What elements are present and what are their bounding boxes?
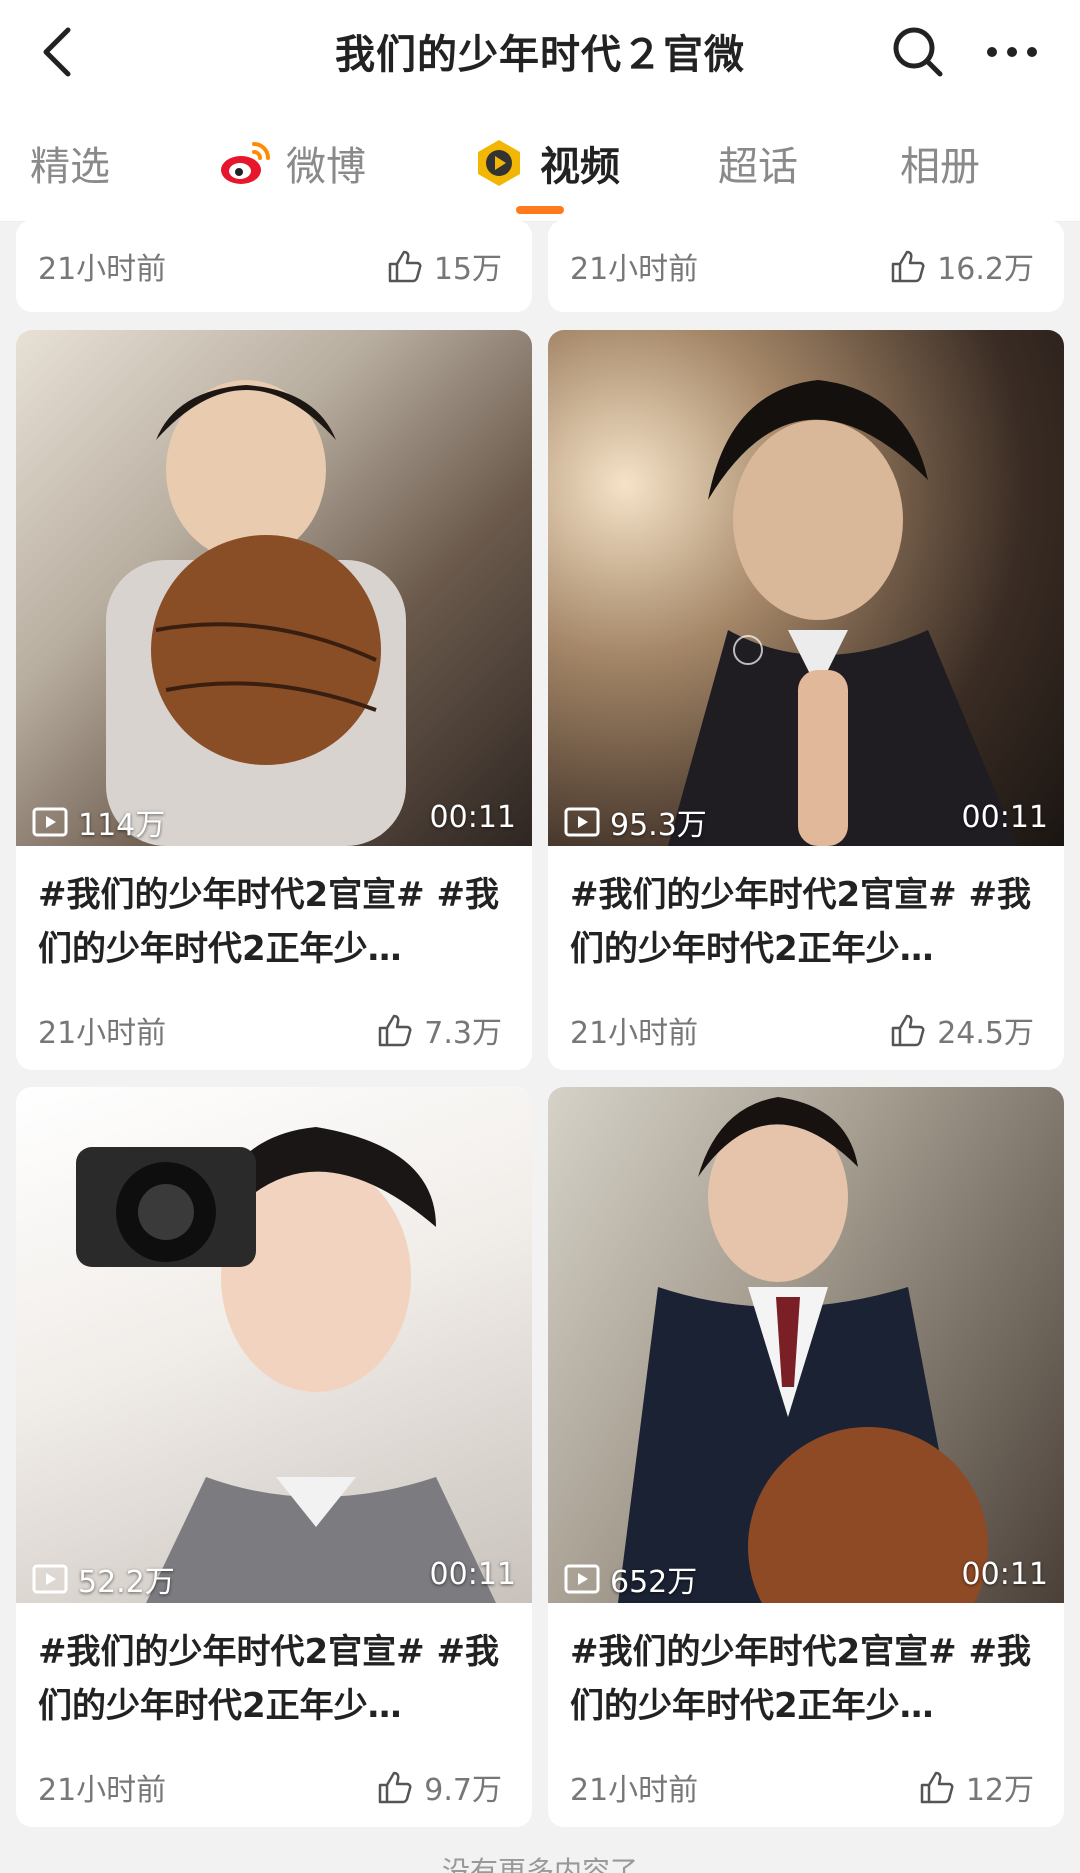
video-card-partial[interactable]: 21小时前 15万 (16, 220, 532, 312)
view-count-text: 114万 (78, 808, 166, 843)
view-count: 95.3万 (564, 800, 707, 844)
video-duration: 00:11 (429, 1557, 516, 1592)
video-duration: 00:11 (961, 1557, 1048, 1592)
like-button[interactable]: 9.7万 (376, 1765, 502, 1809)
play-icon (32, 807, 68, 837)
active-tab-indicator (516, 206, 564, 214)
video-card[interactable]: 114万 00:11 #我们的少年时代2官宣# #我们的少年时代2正年少… 21… (16, 330, 532, 1070)
video-thumbnail[interactable] (16, 330, 532, 846)
tab-label: 精选 (30, 144, 110, 190)
top-bar: 我们的少年时代２官微 (0, 0, 1080, 104)
page-title: 我们的少年时代２官微 (335, 32, 745, 78)
post-time: 21小时前 (38, 252, 167, 287)
video-card[interactable]: 652万 00:11 #我们的少年时代2官宣# #我们的少年时代2正年少… 21… (548, 1087, 1064, 1827)
video-title[interactable]: #我们的少年时代2官宣# #我们的少年时代2正年少… (570, 1625, 1042, 1733)
video-channel-icon (478, 140, 520, 186)
tab-super-topic[interactable]: 超话 (718, 134, 798, 192)
tab-featured[interactable]: 精选 (30, 134, 110, 192)
thumbs-up-icon (388, 250, 422, 283)
video-thumbnail[interactable] (16, 1087, 532, 1603)
tab-video[interactable]: 视频 (470, 134, 620, 192)
like-count: 12万 (965, 1773, 1034, 1808)
view-count-text: 95.3万 (610, 808, 707, 843)
view-count: 652万 (564, 1557, 697, 1601)
video-card-partial[interactable]: 21小时前 16.2万 (548, 220, 1064, 312)
tab-album[interactable]: 相册 (900, 134, 980, 192)
video-duration: 00:11 (429, 800, 516, 835)
like-button[interactable]: 16.2万 (889, 244, 1034, 288)
tab-label: 视频 (540, 144, 620, 190)
weibo-logo-icon (221, 142, 270, 184)
view-count: 114万 (32, 800, 165, 844)
like-button[interactable]: 12万 (918, 1765, 1034, 1809)
thumbs-up-icon (379, 1771, 412, 1804)
like-count: 9.7万 (424, 1773, 502, 1808)
post-time: 21小时前 (38, 1773, 167, 1808)
post-time: 21小时前 (570, 252, 699, 287)
thumbnail-art (668, 380, 1018, 846)
video-title[interactable]: #我们的少年时代2官宣# #我们的少年时代2正年少… (38, 1625, 510, 1733)
video-thumbnail[interactable] (548, 1087, 1064, 1667)
video-duration: 00:11 (961, 800, 1048, 835)
like-count: 24.5万 (937, 1016, 1034, 1051)
thumbs-up-icon (379, 1014, 412, 1047)
thumbs-up-icon (920, 1771, 954, 1804)
thumbnail-art (618, 1097, 988, 1667)
view-count-text: 652万 (610, 1565, 698, 1600)
video-title[interactable]: #我们的少年时代2官宣# #我们的少年时代2正年少… (570, 868, 1042, 976)
tab-weibo[interactable]: 微博 (216, 134, 366, 192)
post-time: 21小时前 (570, 1773, 699, 1808)
video-card[interactable]: 52.2万 00:11 #我们的少年时代2官宣# #我们的少年时代2正年少… 2… (16, 1087, 532, 1827)
video-title[interactable]: #我们的少年时代2官宣# #我们的少年时代2正年少… (38, 868, 510, 976)
tab-label: 超话 (718, 144, 798, 190)
tab-label: 相册 (900, 144, 980, 190)
end-of-list-text: 没有更多内容了 (441, 1855, 638, 1873)
post-time: 21小时前 (570, 1016, 699, 1051)
view-count: 52.2万 (32, 1557, 175, 1601)
search-icon[interactable] (882, 16, 954, 88)
like-button[interactable]: 15万 (386, 244, 502, 288)
thumbs-up-icon (891, 250, 925, 283)
thumbnail-art (106, 380, 406, 846)
more-dots-icon[interactable] (976, 16, 1048, 88)
tab-label: 微博 (286, 144, 366, 190)
play-icon (32, 1564, 68, 1594)
play-icon (564, 1564, 600, 1594)
post-time: 21小时前 (38, 1016, 167, 1051)
video-card[interactable]: 95.3万 00:11 #我们的少年时代2官宣# #我们的少年时代2正年少… 2… (548, 330, 1064, 1070)
like-button[interactable]: 7.3万 (376, 1008, 502, 1052)
view-count-text: 52.2万 (78, 1565, 175, 1600)
video-thumbnail[interactable] (548, 330, 1064, 846)
thumbnail-art (76, 1127, 496, 1603)
play-icon (564, 807, 600, 837)
tab-bar: 精选 微博 视频 超话 相册 (0, 104, 1080, 222)
like-count: 16.2万 (937, 252, 1034, 287)
like-count: 7.3万 (424, 1016, 502, 1051)
like-count: 15万 (433, 252, 502, 287)
thumbs-up-icon (891, 1014, 925, 1047)
chevron-left-icon[interactable] (24, 16, 96, 88)
like-button[interactable]: 24.5万 (889, 1008, 1034, 1052)
